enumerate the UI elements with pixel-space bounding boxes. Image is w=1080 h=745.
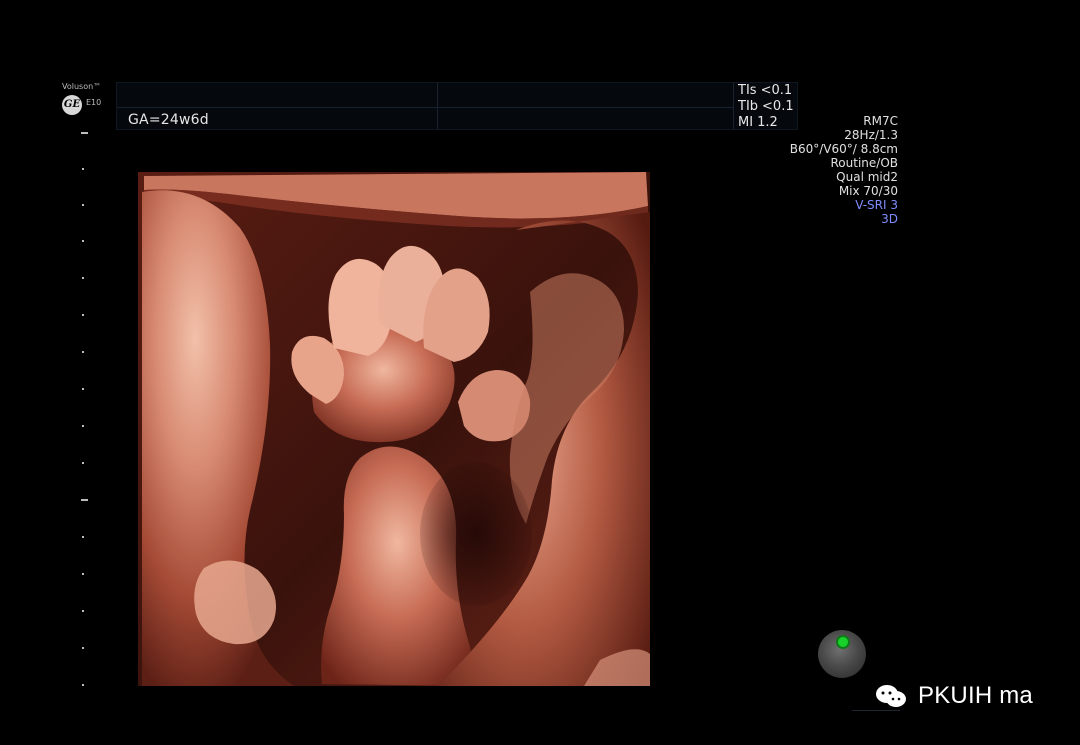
watermark: PKUIH ma bbox=[874, 682, 1033, 710]
ruler-tick bbox=[82, 647, 84, 649]
ruler-tick bbox=[82, 240, 84, 242]
ruler-tick bbox=[82, 314, 84, 316]
ruler-tick-major bbox=[81, 132, 88, 134]
tib-value: <0.1 bbox=[762, 99, 794, 114]
brand-name: Voluson™ bbox=[62, 82, 102, 91]
chat-bubbles-icon bbox=[876, 685, 906, 707]
quality-label: Qual mid2 bbox=[836, 170, 898, 184]
tib-label: TIb bbox=[738, 99, 759, 114]
mode-label: 3D bbox=[881, 212, 898, 226]
mi-label: MI bbox=[738, 115, 754, 130]
acquisition-parameters: RM7C 28Hz/1.3 B60°/V60°/ 8.8cm Routine/O… bbox=[790, 114, 898, 226]
green-marker-icon bbox=[836, 635, 850, 649]
header-divider bbox=[437, 83, 438, 129]
watermark-text: PKUIH ma bbox=[918, 682, 1033, 709]
mi-value: 1.2 bbox=[757, 115, 778, 130]
header-divider bbox=[733, 83, 734, 129]
tis-value: <0.1 bbox=[760, 83, 793, 98]
ruler-tick bbox=[82, 425, 84, 427]
ge-logo-icon: GE bbox=[62, 95, 82, 115]
gestational-age-label: GA=24w6d bbox=[128, 112, 209, 128]
ruler-tick bbox=[82, 462, 84, 464]
frequency-label: 28Hz/1.3 bbox=[844, 128, 898, 142]
header-bar bbox=[116, 82, 798, 130]
ruler-tick bbox=[82, 536, 84, 538]
probe-label: RM7C bbox=[863, 114, 898, 128]
volume-settings-label: B60°/V60°/ 8.8cm bbox=[789, 142, 898, 156]
ruler-tick bbox=[82, 351, 84, 353]
ruler-tick bbox=[82, 388, 84, 390]
orientation-marker-icon[interactable] bbox=[818, 630, 866, 678]
v-sri-label: V-SRI 3 bbox=[855, 198, 898, 212]
tib-row: TIb <0.1 bbox=[738, 99, 798, 115]
tis-row: TIs <0.1 bbox=[738, 83, 798, 99]
3d-render-viewport[interactable] bbox=[138, 172, 650, 686]
ruler-tick bbox=[82, 573, 84, 575]
brand-block: Voluson™ GE E10 bbox=[58, 82, 108, 122]
ruler-tick bbox=[82, 610, 84, 612]
header-line bbox=[117, 107, 733, 108]
ruler-tick bbox=[82, 277, 84, 279]
mix-label: Mix 70/30 bbox=[838, 184, 898, 198]
device-model: E10 bbox=[86, 98, 102, 107]
ruler-tick bbox=[82, 168, 84, 170]
preset-label: Routine/OB bbox=[830, 156, 899, 170]
ruler-tick bbox=[82, 204, 84, 206]
cavity-shadow bbox=[420, 462, 532, 606]
ruler-tick-major bbox=[81, 499, 88, 501]
corner-line bbox=[852, 710, 900, 711]
tis-label: TIs bbox=[738, 83, 757, 98]
fetal-3d-rendering bbox=[138, 172, 650, 686]
depth-ruler bbox=[78, 128, 88, 693]
ruler-tick bbox=[82, 684, 84, 686]
